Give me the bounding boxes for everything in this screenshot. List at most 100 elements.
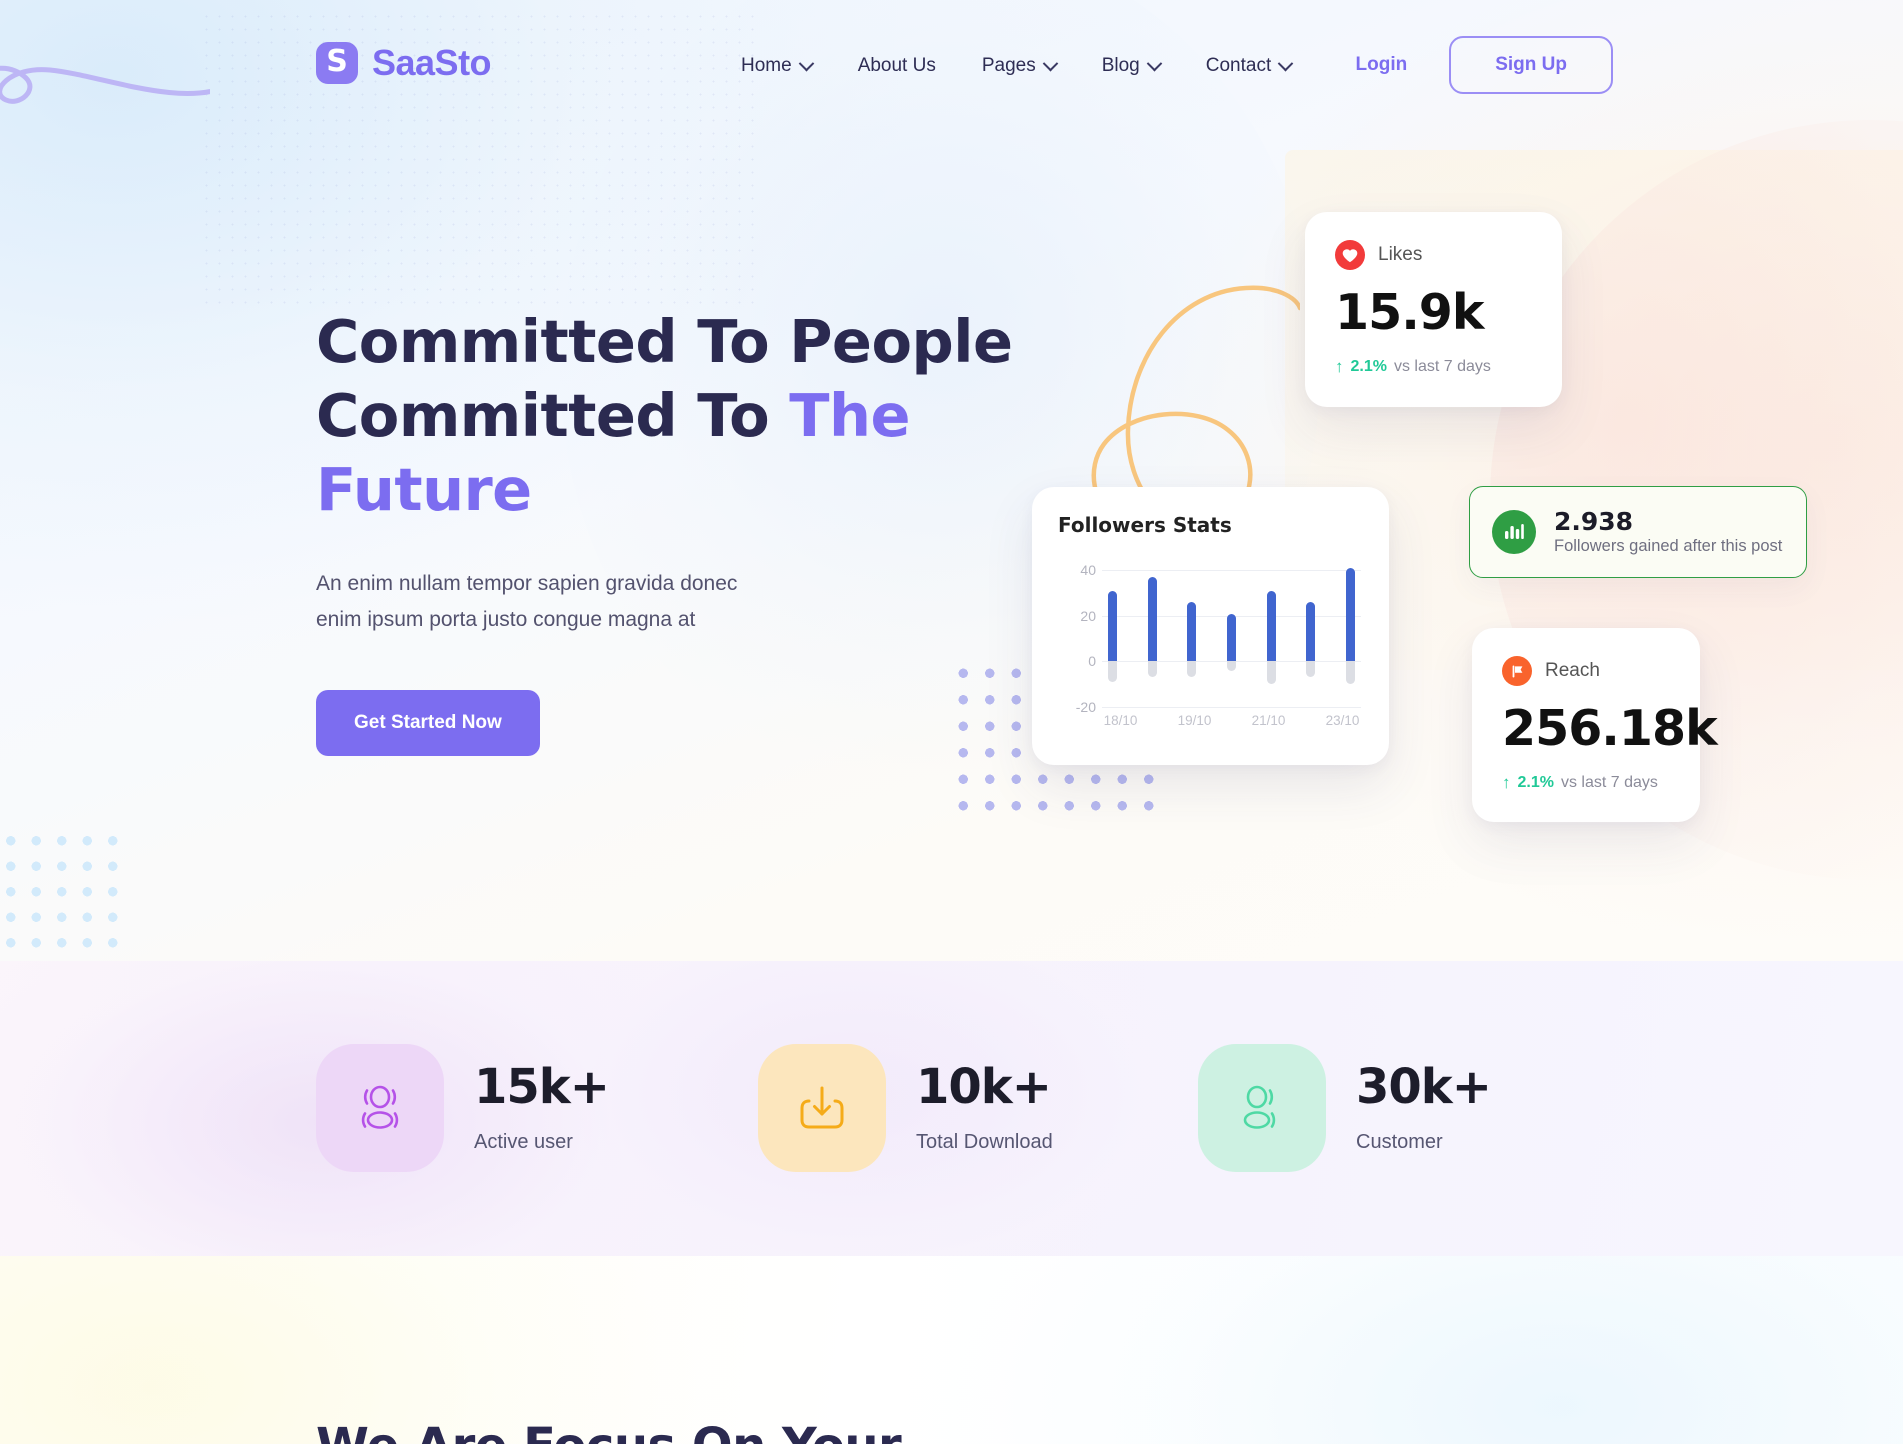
chart-bar-negative: [1108, 661, 1117, 682]
nav-item-label: About Us: [857, 55, 936, 76]
brand-logo[interactable]: S SaaSto: [316, 42, 492, 84]
chart-y-tick-label: 40: [1080, 562, 1096, 579]
likes-delta-pct: 2.1%: [1350, 358, 1387, 375]
chevron-down-icon: [1146, 55, 1163, 71]
page-title: Committed To People Committed To The Fut…: [316, 305, 1116, 526]
reach-delta: ↑ 2.1% vs last 7 days: [1502, 773, 1670, 793]
stat-item-total-download: 10k+ Total Download: [758, 1044, 1053, 1172]
stats-band: 15k+ Active user 10k+ Total Download 30k…: [0, 961, 1903, 1256]
stat-label: Total Download: [916, 1130, 1053, 1153]
users-outline-icon: [316, 1044, 444, 1172]
top-navigation: S SaaSto Home About Us Pages Blog Contac…: [0, 0, 1903, 130]
chart-bar-positive: [1147, 577, 1157, 662]
stats-row: 15k+ Active user 10k+ Total Download 30k…: [0, 961, 1903, 1256]
chart-bar-column: [1266, 559, 1276, 707]
chart-bar-positive: [1345, 568, 1355, 662]
reach-card-header: Reach: [1502, 656, 1670, 686]
likes-card-header: Likes: [1335, 240, 1532, 270]
nav-item-home[interactable]: Home: [718, 55, 835, 77]
nav-menu: Home About Us Pages Blog Contact: [718, 55, 1314, 77]
nav-item-label: Blog: [1101, 55, 1140, 76]
nav-item-label: Contact: [1205, 55, 1272, 76]
chart-title: Followers Stats: [1058, 513, 1232, 537]
chart-y-tick-label: 20: [1080, 607, 1096, 624]
followers-gained-text: 2.938 Followers gained after this post: [1554, 508, 1782, 557]
chart-bar-positive: [1187, 602, 1197, 662]
focus-section: [0, 1256, 1903, 1444]
flag-icon: [1502, 656, 1532, 686]
reach-value: 256.18k: [1502, 700, 1718, 757]
chart-bar-positive: [1266, 590, 1276, 662]
arrow-up-icon: ↑: [1335, 357, 1344, 376]
hero-title-line1: Committed To People: [316, 307, 1013, 376]
chart-plot: 40 20 0 -20: [1076, 559, 1361, 715]
login-link[interactable]: Login: [1340, 44, 1424, 86]
chart-bar-negative: [1147, 661, 1157, 678]
reach-delta-pct: 2.1%: [1517, 774, 1554, 791]
chevron-down-icon: [798, 55, 814, 71]
nav-item-about-us[interactable]: About Us: [835, 55, 959, 77]
chart-x-tick-label: 23/10: [1325, 713, 1360, 728]
chart-bar-negative: [1266, 661, 1276, 685]
hero-section: S SaaSto Home About Us Pages Blog Contac…: [0, 0, 1903, 961]
likes-delta-note: vs last 7 days: [1393, 358, 1491, 375]
likes-delta: ↑ 2.1% vs last 7 days: [1335, 357, 1532, 377]
stat-label: Customer: [1356, 1130, 1443, 1153]
focus-section-title: We Are Focus On Your: [316, 1418, 1216, 1444]
chart-bar-column: [1147, 559, 1157, 707]
stat-value: 10k+: [916, 1058, 1052, 1115]
stat-text: 15k+ Active user: [474, 1058, 610, 1154]
likes-card: Likes 15.9k ↑ 2.1% vs last 7 days: [1305, 212, 1562, 407]
likes-value: 15.9k: [1335, 284, 1484, 341]
brand-name: SaaSto: [372, 42, 492, 83]
stat-item-active-user: 15k+ Active user: [316, 1044, 610, 1172]
chart-bar-negative: [1226, 661, 1236, 671]
followers-stats-chart-card: Followers Stats 40 20 0 -20 18/10 19/10 21/10…: [1032, 487, 1389, 765]
nav-item-contact[interactable]: Contact: [1183, 55, 1314, 77]
reach-card: Reach 256.18k ↑ 2.1% vs last 7 days: [1472, 628, 1718, 822]
chart-y-tick-label: 0: [1088, 653, 1096, 670]
brand-mark-icon: S: [316, 42, 358, 84]
chart-x-axis: 18/10 19/10 21/10 23/10: [1102, 713, 1361, 737]
chart-x-tick-label: 18/10: [1103, 713, 1138, 728]
chart-bar-negative: [1306, 661, 1316, 678]
chart-bar-column: [1345, 559, 1355, 707]
chart-bar-column: [1187, 559, 1197, 707]
chart-area: 40 20 0 -20 18/10 19/10 21/10 23/10: [1058, 559, 1363, 739]
chart-y-tick-label: -20: [1075, 699, 1096, 715]
chart-bar-positive: [1226, 613, 1236, 662]
blue-dot-grid: [0, 828, 123, 958]
nav-item-label: Home: [741, 55, 792, 76]
reach-delta-note: vs last 7 days: [1560, 774, 1658, 791]
chart-bar-positive: [1108, 590, 1117, 662]
chart-bar-column: [1108, 559, 1117, 707]
likes-label: Likes: [1378, 244, 1423, 265]
bar-chart-icon: [1492, 510, 1536, 554]
followers-gained-value: 2.938: [1554, 506, 1634, 536]
nav-actions: Login Sign Up: [1340, 36, 1613, 94]
brand-mark-letter: S: [326, 44, 348, 79]
chart-gridline: [1102, 707, 1361, 708]
chart-bar-negative: [1187, 661, 1197, 678]
followers-gained-caption: Followers gained after this post: [1554, 537, 1783, 556]
hero-copy: Committed To People Committed To The Fut…: [316, 305, 1116, 757]
stat-value: 15k+: [474, 1058, 610, 1115]
nav-item-pages[interactable]: Pages: [959, 55, 1079, 77]
customer-outline-icon: [1198, 1044, 1326, 1172]
nav-item-blog[interactable]: Blog: [1079, 55, 1183, 77]
chart-bar-positive: [1306, 602, 1316, 662]
chart-bar-negative: [1345, 661, 1355, 685]
download-icon: [758, 1044, 886, 1172]
chart-bars: [1102, 559, 1361, 707]
chevron-down-icon: [1042, 55, 1058, 71]
arrow-up-icon: ↑: [1502, 773, 1511, 792]
stat-value: 30k+: [1356, 1058, 1492, 1115]
heart-icon: [1335, 240, 1365, 270]
chart-bar-column: [1226, 559, 1236, 707]
signup-button[interactable]: Sign Up: [1449, 36, 1613, 94]
hero-title-line2-plain: Committed To: [316, 380, 790, 450]
get-started-button[interactable]: Get Started Now: [316, 690, 540, 757]
reach-label: Reach: [1545, 660, 1600, 681]
stat-label: Active user: [474, 1130, 573, 1153]
chart-x-tick-label: 19/10: [1177, 713, 1212, 728]
